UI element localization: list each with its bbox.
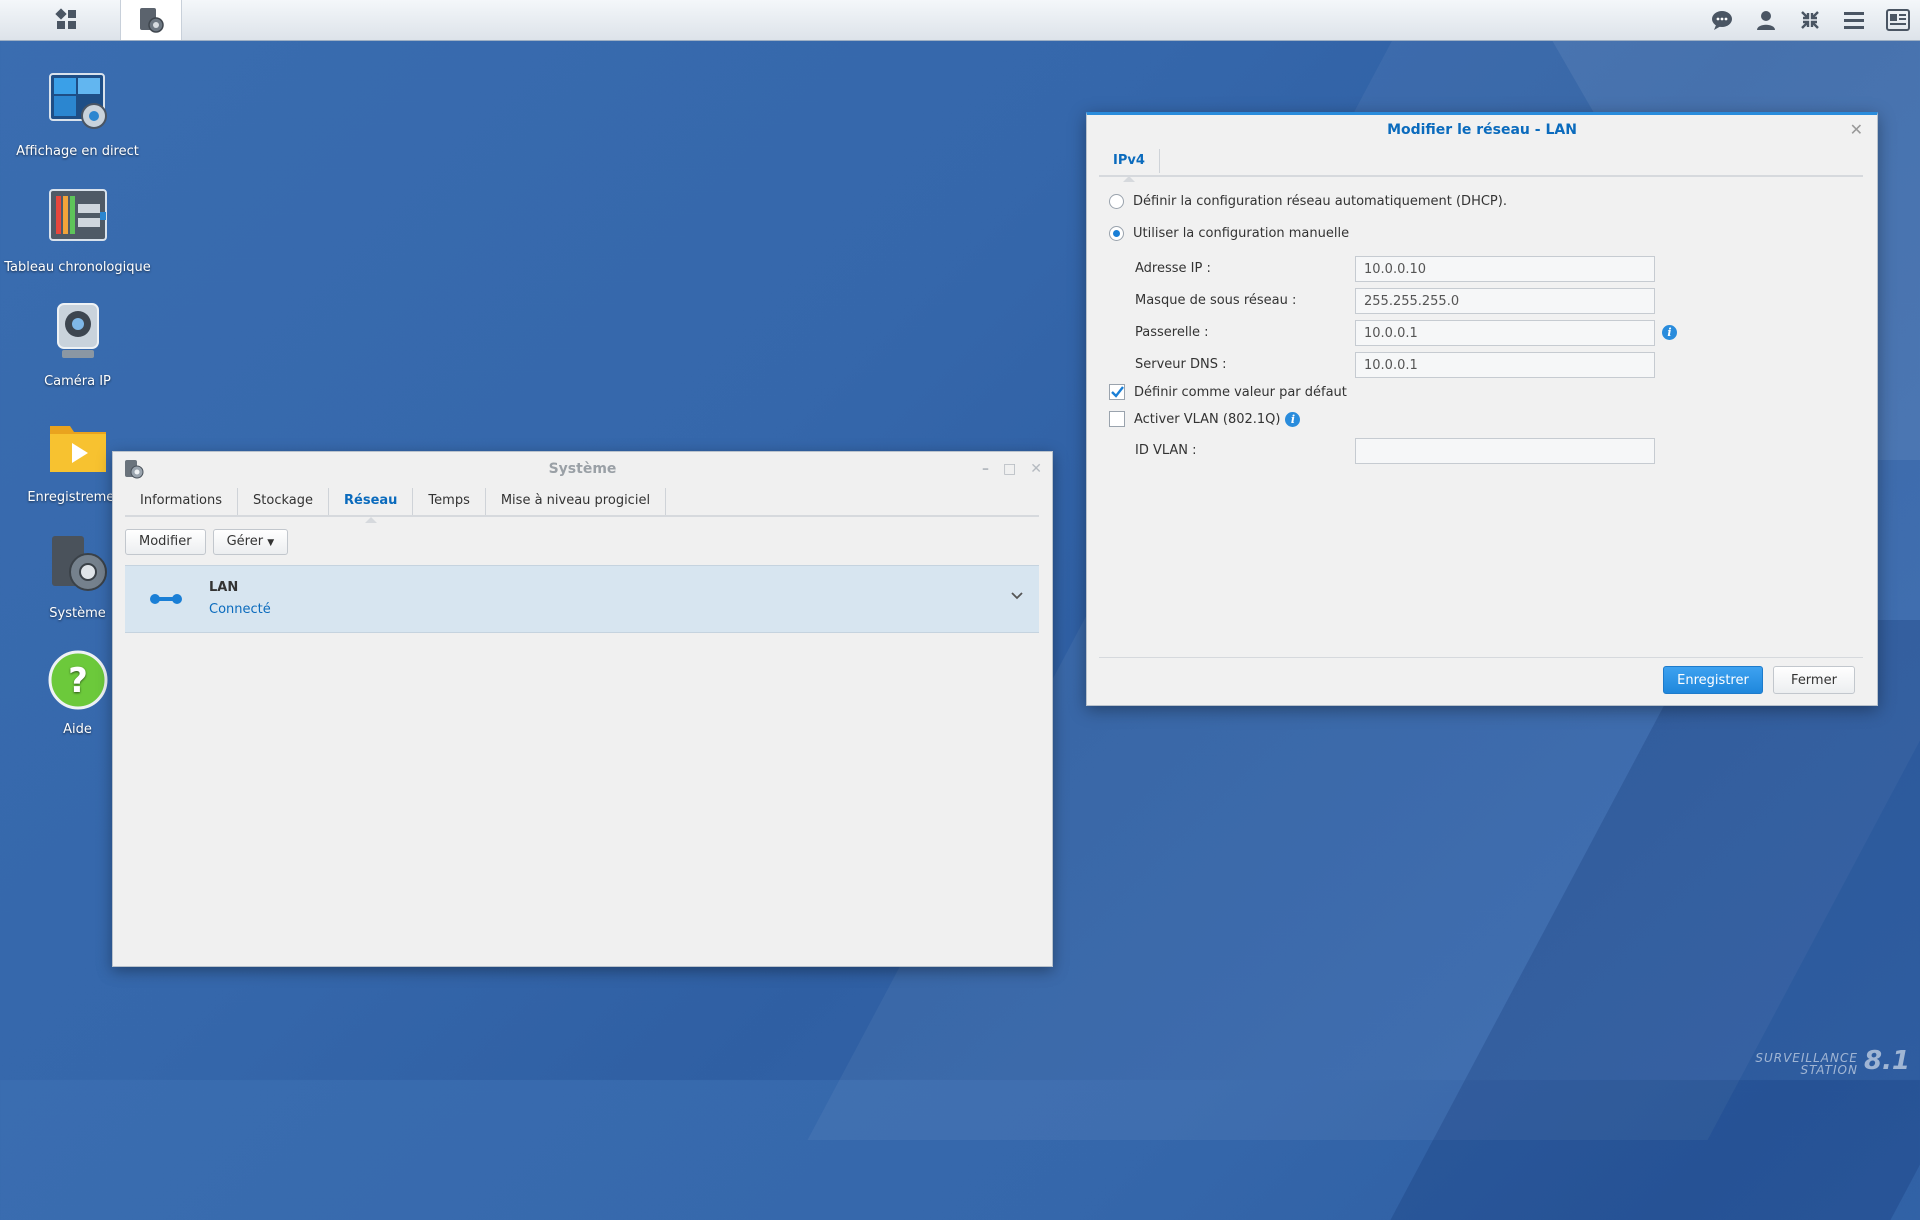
vlan-option[interactable]: Activer VLAN (802.1Q) i — [1109, 411, 1301, 427]
ip-label: Adresse IP : — [1135, 261, 1211, 276]
desktop-icon-label: Tableau chronologique — [4, 260, 151, 275]
checkmark-icon — [1111, 386, 1124, 398]
dialog-title: Modifier le réseau - LAN — [1387, 122, 1577, 138]
grid-icon — [55, 8, 76, 29]
vlan-checkbox[interactable] — [1109, 411, 1125, 427]
manual-option[interactable]: Utiliser la configuration manuelle — [1109, 226, 1349, 241]
tab-ipv4[interactable]: IPv4 — [1099, 149, 1160, 182]
help-icon: ? — [48, 650, 107, 710]
dhcp-option[interactable]: Définir la configuration réseau automati… — [1109, 194, 1507, 209]
subnet-mask-input[interactable] — [1355, 288, 1655, 314]
maximize-icon[interactable]: □ — [1003, 452, 1016, 486]
svg-text:?: ? — [68, 661, 88, 701]
manual-label: Utiliser la configuration manuelle — [1133, 226, 1350, 241]
window-titlebar[interactable]: Système – □ ✕ — [113, 452, 1052, 484]
dhcp-radio[interactable] — [1109, 194, 1124, 209]
window-title: Système — [548, 461, 617, 477]
tab-storage[interactable]: Stockage — [238, 488, 329, 515]
default-label: Définir comme valeur par défaut — [1134, 384, 1347, 400]
brand-line2: STATION — [1800, 1063, 1858, 1077]
network-status: Connecté — [209, 602, 271, 617]
vlan-id-label: ID VLAN : — [1135, 443, 1197, 458]
dhcp-label: Définir la configuration réseau automati… — [1133, 194, 1507, 209]
chat-icon[interactable] — [1700, 0, 1744, 40]
vlan-label: Activer VLAN (802.1Q) — [1134, 411, 1281, 427]
tab-time[interactable]: Temps — [413, 488, 486, 515]
system-tabs: Informations Stockage Réseau Temps Mise … — [125, 488, 1039, 523]
main-menu-button[interactable] — [22, 0, 112, 40]
edit-network-dialog: Modifier le réseau - LAN ✕ IPv4 Définir … — [1086, 112, 1878, 706]
chevron-down-icon[interactable] — [1009, 588, 1025, 604]
dialog-footer-divider — [1099, 657, 1863, 658]
desktop-icon-label: Caméra IP — [44, 374, 111, 389]
ip-camera-icon — [56, 303, 99, 358]
gateway-label: Passerelle : — [1135, 325, 1209, 340]
modify-button[interactable]: Modifier — [125, 529, 206, 555]
close-icon[interactable]: ✕ — [1030, 452, 1042, 486]
menu-icon[interactable] — [1832, 0, 1876, 40]
surveillance-station-logo: SURVEILLANCE STATION 8.1 — [1755, 1046, 1910, 1076]
dns-server-input[interactable] — [1355, 352, 1655, 378]
save-button[interactable]: Enregistrer — [1663, 666, 1763, 694]
recording-folder-icon — [49, 426, 106, 472]
manage-button[interactable]: Gérer ▼ — [212, 529, 289, 555]
caret-down-icon: ▼ — [267, 538, 275, 548]
taskbar-system-app[interactable] — [120, 0, 182, 40]
dialog-tabs: IPv4 — [1099, 149, 1863, 182]
tab-firmware-update[interactable]: Mise à niveau progiciel — [486, 488, 667, 515]
dns-label: Serveur DNS : — [1135, 357, 1227, 372]
toolbar: Modifier Gérer ▼ — [125, 529, 289, 555]
mask-label: Masque de sous réseau : — [1135, 293, 1297, 308]
system-window: Système – □ ✕ Informations Stockage Rése… — [112, 451, 1053, 967]
desktop-icon-ip-camera[interactable]: Caméra IP — [0, 300, 155, 389]
minimize-icon[interactable]: – — [982, 452, 989, 486]
manage-label: Gérer — [226, 534, 264, 549]
network-name: LAN — [209, 580, 239, 595]
taskbar — [0, 0, 1920, 41]
live-view-icon — [48, 73, 107, 129]
manual-radio[interactable] — [1109, 226, 1124, 241]
close-button[interactable]: Fermer — [1773, 666, 1855, 694]
close-icon[interactable]: ✕ — [1850, 115, 1863, 145]
default-checkbox[interactable] — [1109, 384, 1125, 400]
desktop-icon-live-view[interactable]: Affichage en direct — [0, 70, 155, 159]
widgets-icon[interactable] — [1876, 0, 1920, 40]
desktop-icon-timeline[interactable]: Tableau chronologique — [0, 186, 155, 275]
dialog-titlebar[interactable]: Modifier le réseau - LAN ✕ — [1087, 115, 1877, 145]
network-item-lan[interactable]: LAN Connecté — [125, 565, 1039, 633]
info-icon[interactable]: i — [1662, 325, 1677, 340]
tab-network[interactable]: Réseau — [329, 488, 414, 523]
gateway-input[interactable] — [1355, 320, 1655, 346]
system-settings-icon — [140, 8, 164, 33]
brand-version: 8.1 — [1863, 1046, 1910, 1076]
vlan-id-input[interactable] — [1355, 438, 1655, 464]
user-icon[interactable] — [1744, 0, 1788, 40]
system-settings-icon — [125, 460, 144, 479]
default-option[interactable]: Définir comme valeur par défaut — [1109, 384, 1347, 400]
system-icon — [51, 536, 107, 591]
info-icon[interactable]: i — [1285, 411, 1301, 427]
timeline-icon — [48, 189, 107, 241]
compress-icon[interactable] — [1788, 0, 1832, 40]
network-connection-icon — [150, 594, 182, 604]
ip-address-input[interactable] — [1355, 256, 1655, 282]
tab-informations[interactable]: Informations — [125, 488, 239, 515]
desktop-icon-label: Affichage en direct — [16, 144, 139, 159]
